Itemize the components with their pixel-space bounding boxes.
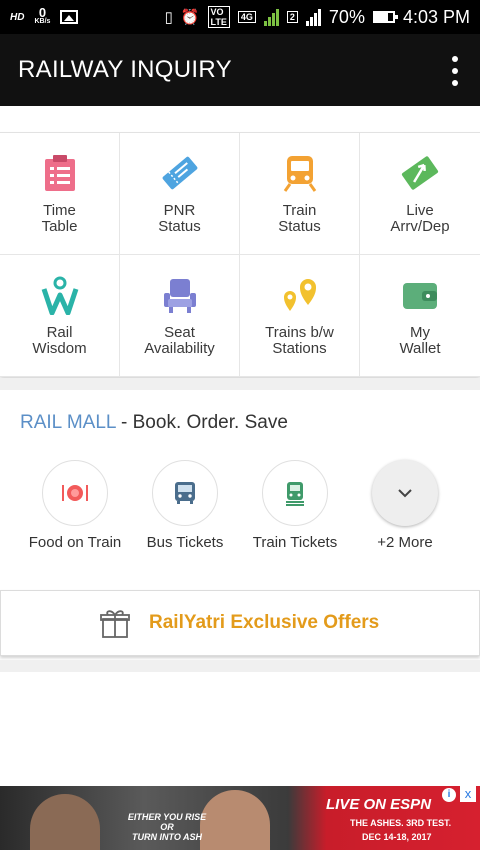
alarm-icon: ⏰ — [180, 9, 200, 26]
location-pins-icon — [283, 279, 316, 311]
volte-indicator: VO LTE — [207, 6, 230, 28]
wisdom-icon — [41, 276, 78, 315]
signal-sim2-icon — [305, 8, 321, 26]
gallery-notification-icon — [60, 10, 79, 24]
rail-mall-tagline: - Book. Order. Save — [115, 412, 288, 433]
chevron-down-icon — [398, 489, 412, 498]
train-icon — [283, 156, 316, 192]
rail-mall-brand: RAIL MALL — [20, 412, 116, 433]
overflow-menu-icon[interactable] — [450, 56, 460, 86]
exclusive-offers-button[interactable]: RailYatri Exclusive Offers — [0, 590, 480, 656]
ad-player-image — [30, 794, 100, 850]
gift-icon — [100, 610, 130, 638]
mall-item-train-tickets[interactable]: Train Tickets — [240, 460, 350, 551]
signal-sim1-icon — [263, 8, 279, 26]
feature-grid: Time Table PNR Status Train Status Live Arr — [0, 132, 480, 377]
offers-label: RailYatri Exclusive Offers — [149, 612, 380, 633]
sim2-indicator: 2 — [286, 11, 298, 23]
tile-rail-wisdom[interactable]: Rail Wisdom — [0, 255, 120, 377]
wallet-icon — [403, 283, 437, 309]
clipboard-icon — [44, 155, 75, 191]
food-plate-icon — [62, 485, 88, 501]
ad-close-icon[interactable]: x — [460, 786, 476, 802]
ad-info-icon[interactable]: i — [442, 788, 456, 802]
app-title: RAILWAY INQUIRY — [18, 56, 232, 83]
tile-train-status[interactable]: Train Status — [240, 133, 360, 255]
bus-icon — [175, 482, 195, 504]
mall-item-food-on-train[interactable]: Food on Train — [20, 460, 130, 551]
network-type-4g: 4G — [237, 11, 256, 23]
tile-trains-between-stations[interactable]: Trains b/w Stations — [240, 255, 360, 377]
rail-mall-row: Food on Train Bus Tickets Train Tickets — [0, 460, 480, 551]
rail-mall-heading: RAIL MALL - Book. Order. Save — [20, 412, 288, 434]
ad-series: THE ASHES. 3RD TEST. — [350, 818, 452, 828]
tile-my-wallet[interactable]: My Wallet — [360, 255, 480, 377]
clock: 4:03 PM — [402, 6, 470, 27]
app-bar: RAILWAY INQUIRY — [0, 34, 480, 106]
tile-live-arrv-dep[interactable]: Live Arrv/Dep — [360, 133, 480, 255]
ad-slogan: EITHER YOU RISE OR TURN INTO ASH — [127, 812, 207, 842]
mall-item-more[interactable]: +2 More — [350, 460, 460, 551]
ad-dates: DEC 14-18, 2017 — [362, 832, 432, 842]
ad-live-on: LIVE ON ESPN — [326, 796, 432, 813]
seat-icon — [163, 279, 196, 313]
hd-indicator: HD — [10, 11, 25, 23]
ad-banner[interactable]: EITHER YOU RISE OR TURN INTO ASH LIVE ON E… — [0, 786, 480, 850]
section-divider-bottom — [0, 660, 480, 672]
network-speed: 0 KB/s — [34, 5, 51, 25]
mall-item-bus-tickets[interactable]: Bus Tickets — [130, 460, 240, 551]
status-bar: HD 0 KB/s ▯ ⏰ VO LTE 4G 2 70% 4:03 PM — [0, 0, 480, 34]
train-ticket-icon — [286, 482, 304, 506]
section-divider — [0, 378, 480, 390]
tile-time-table[interactable]: Time Table — [0, 133, 120, 255]
ticket-icon — [162, 156, 197, 190]
arrows-icon — [401, 156, 439, 190]
vibrate-icon: ▯ — [164, 9, 173, 26]
battery-icon — [372, 11, 398, 23]
battery-percent: 70% — [328, 6, 365, 27]
tile-seat-availability[interactable]: Seat Availability — [120, 255, 240, 377]
tile-pnr-status[interactable]: PNR Status — [120, 133, 240, 255]
